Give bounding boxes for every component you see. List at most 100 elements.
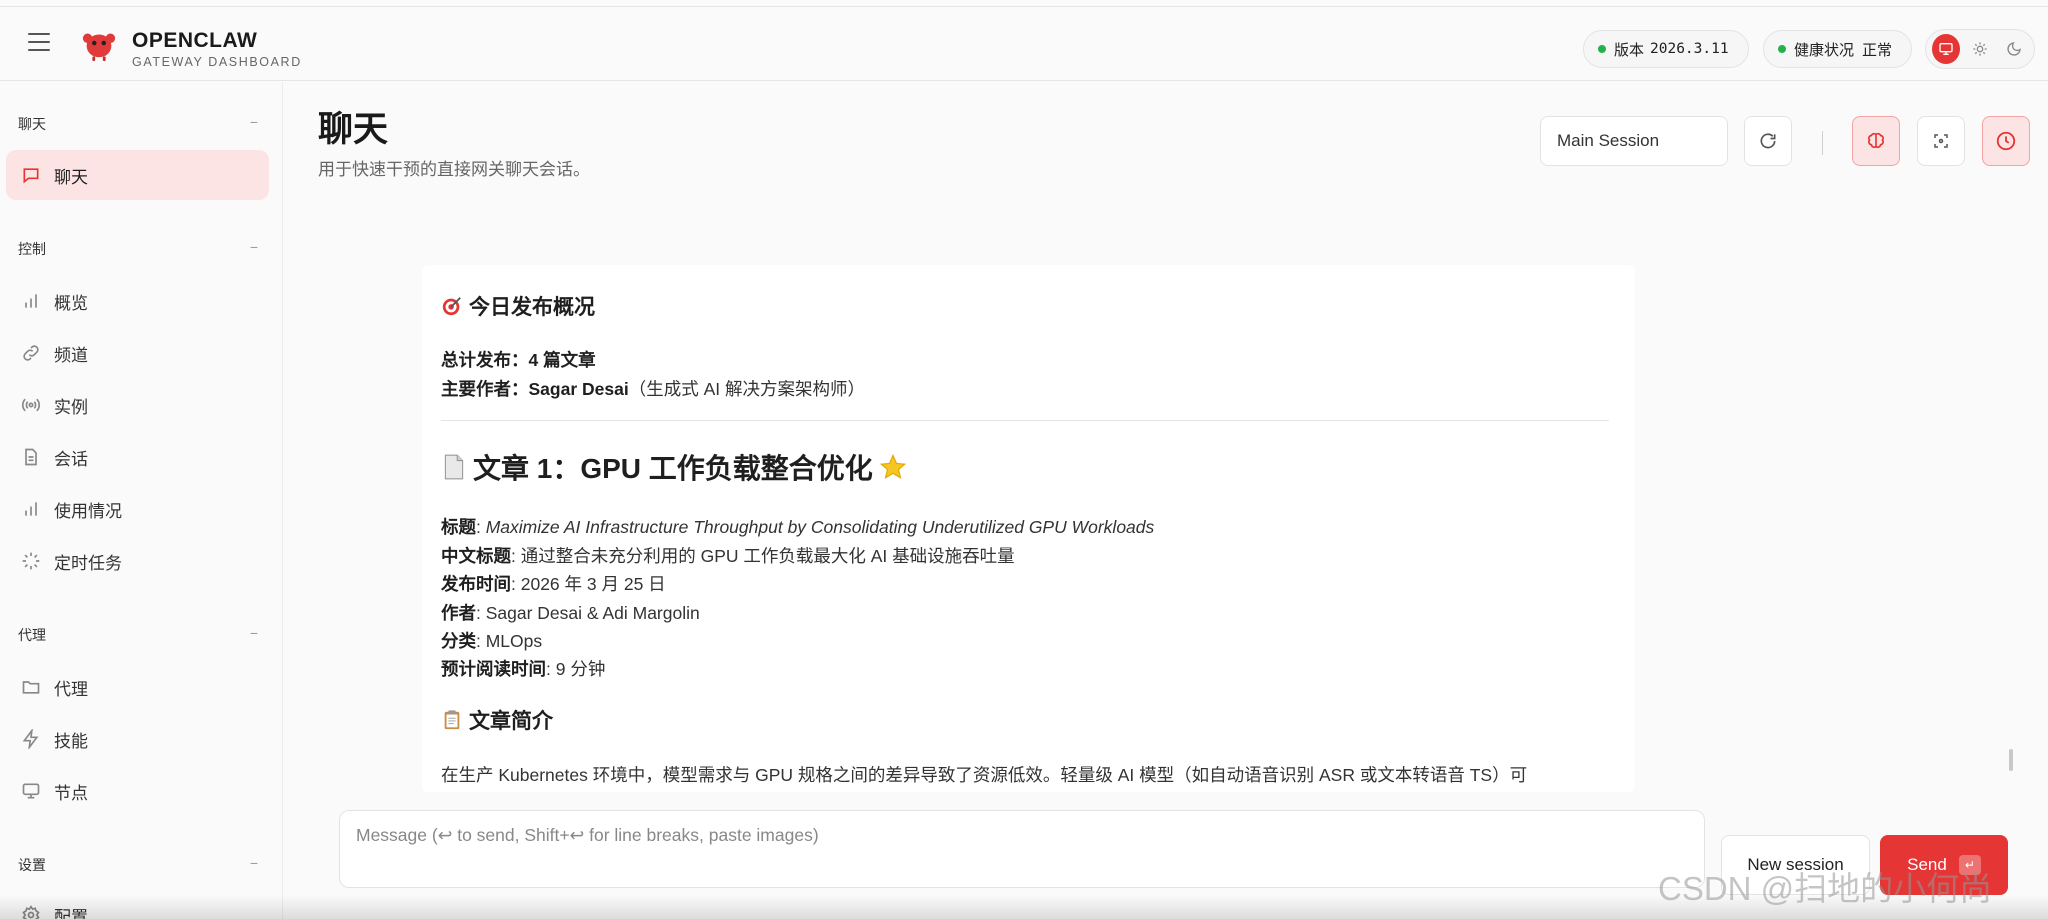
sidebar-section-agents[interactable]: 代理 − xyxy=(18,625,258,645)
section-title: 聊天 xyxy=(18,116,46,132)
brand: OPENCLAW GATEWAY DASHBOARD xyxy=(132,29,302,71)
author-label: 主要作者： xyxy=(441,379,529,399)
health-value: 正常 xyxy=(1862,41,1893,59)
field-title: 标题: Maximize AI Infrastructure Throughpu… xyxy=(441,517,1155,537)
field-label: 标题 xyxy=(441,517,476,537)
refresh-button[interactable] xyxy=(1744,116,1792,166)
sidebar-section-control[interactable]: 控制 − xyxy=(18,239,258,259)
sidebar: 聊天 − 聊天 控制 − 概览 频道 实例 会话 使用情况 定时任务 代理 − … xyxy=(0,82,283,919)
lightning-icon xyxy=(22,729,39,749)
version-label: 版本 xyxy=(1614,41,1645,59)
version-value: 2026.3.11 xyxy=(1650,41,1729,57)
target-icon xyxy=(442,297,461,316)
field-read-time: 预计阅读时间: 9 分钟 xyxy=(441,659,606,679)
field-cn-title: 中文标题: 通过整合未充分利用的 GPU 工作负载最大化 AI 基础设施吞吐量 xyxy=(441,546,1015,566)
field-value: Sagar Desai & Adi Margolin xyxy=(485,603,700,623)
sidebar-item-overview[interactable]: 概览 xyxy=(6,276,269,326)
collapse-icon[interactable]: − xyxy=(250,239,258,259)
sidebar-item-label: 聊天 xyxy=(54,167,88,187)
thinking-toggle-button[interactable] xyxy=(1852,116,1900,166)
sidebar-item-usage[interactable]: 使用情况 xyxy=(6,484,269,534)
health-label: 健康状况 xyxy=(1794,41,1855,59)
sidebar-item-instances[interactable]: 实例 xyxy=(6,380,269,430)
total-value: 4 篇文章 xyxy=(528,350,596,370)
brand-title: OPENCLAW xyxy=(132,29,258,52)
sidebar-item-skills[interactable]: 技能 xyxy=(6,714,269,764)
chat-bubble-icon xyxy=(23,168,39,184)
sidebar-item-channels[interactable]: 频道 xyxy=(6,328,269,378)
author-value: Sagar Desai xyxy=(528,379,629,399)
message-heading-summary: 文章简介 xyxy=(441,705,553,735)
author-role: （生成式 AI 解决方案架构师） xyxy=(628,379,865,399)
menu-icon[interactable] xyxy=(28,33,50,53)
article-heading: 文章 1：GPU 工作负载整合优化 xyxy=(441,447,907,487)
lobster-logo-icon xyxy=(82,33,116,62)
field-label: 中文标题 xyxy=(441,546,511,566)
field-author: 作者: Sagar Desai & Adi Margolin xyxy=(441,603,700,623)
sun-icon xyxy=(1973,42,1987,56)
collapse-icon[interactable]: − xyxy=(250,855,258,875)
theme-system-button[interactable] xyxy=(1932,34,1960,64)
bar-chart-icon xyxy=(25,502,37,516)
field-value: 通过整合未充分利用的 GPU 工作负载最大化 AI 基础设施吞吐量 xyxy=(520,546,1015,566)
link-icon xyxy=(23,345,39,361)
monitor-icon xyxy=(1939,43,1953,55)
sidebar-item-label: 会话 xyxy=(54,449,88,469)
monitor-icon xyxy=(22,783,40,799)
sidebar-section-settings[interactable]: 设置 − xyxy=(18,855,258,875)
session-select[interactable]: Main Session xyxy=(1540,116,1728,166)
sidebar-item-agents[interactable]: 代理 xyxy=(6,662,269,712)
section-title: 控制 xyxy=(18,241,46,257)
main-author-line: 主要作者：Sagar Desai（生成式 AI 解决方案架构师） xyxy=(441,376,865,401)
sidebar-item-chat[interactable]: 聊天 xyxy=(6,150,269,200)
moon-icon xyxy=(2007,42,2021,56)
divider xyxy=(441,420,1609,421)
total-label: 总计发布： xyxy=(441,350,529,370)
field-category: 分类: MLOps xyxy=(441,631,543,651)
star-icon xyxy=(879,453,906,479)
heading-text: 今日发布概况 xyxy=(469,296,595,319)
page-icon xyxy=(444,454,464,480)
refresh-icon xyxy=(1760,133,1776,149)
bar-chart-icon xyxy=(25,294,37,308)
assistant-message: 今日发布概况 总计发布：4 篇文章 主要作者：Sagar Desai（生成式 A… xyxy=(422,265,1635,792)
total-published-line: 总计发布：4 篇文章 xyxy=(441,347,596,372)
collapse-icon[interactable]: − xyxy=(250,114,258,134)
header-divider xyxy=(1822,131,1823,155)
sidebar-item-nodes[interactable]: 节点 xyxy=(6,766,269,816)
theme-dark-button[interactable] xyxy=(2000,34,2028,64)
status-dot-icon xyxy=(1598,45,1606,53)
field-label: 分类 xyxy=(441,631,476,651)
watermark: CSDN @扫地的小何尚 xyxy=(1658,870,1993,907)
theme-switcher xyxy=(1925,29,2035,69)
chat-scrollbar[interactable] xyxy=(2009,749,2013,771)
app-root: OPENCLAW GATEWAY DASHBOARD 版本 2026.3.11 … xyxy=(0,0,2048,919)
brain-icon xyxy=(1868,132,1884,148)
sidebar-item-sessions[interactable]: 会话 xyxy=(6,432,269,482)
brand-subtitle: GATEWAY DASHBOARD xyxy=(132,55,302,69)
heading-text: 文章简介 xyxy=(469,710,553,733)
clock-icon xyxy=(1996,131,2016,151)
field-label: 作者 xyxy=(441,603,476,623)
field-label: 预计阅读时间 xyxy=(441,659,546,679)
sidebar-section-chat[interactable]: 聊天 − xyxy=(18,114,258,134)
page-subtitle: 用于快速干预的直接网关聊天会话。 xyxy=(318,160,590,179)
loader-icon xyxy=(22,552,40,570)
section-title: 设置 xyxy=(18,857,46,873)
collapse-icon[interactable]: − xyxy=(250,625,258,645)
folder-icon xyxy=(22,681,40,694)
status-dot-icon xyxy=(1778,45,1786,53)
history-button[interactable] xyxy=(1982,116,2030,166)
focus-icon xyxy=(1934,134,1948,148)
sidebar-item-label: 使用情况 xyxy=(54,501,122,521)
sidebar-item-label: 概览 xyxy=(54,293,88,313)
sidebar-item-label: 技能 xyxy=(54,731,88,751)
clipboard-icon xyxy=(444,710,460,730)
theme-light-button[interactable] xyxy=(1966,34,1994,64)
sidebar-item-label: 频道 xyxy=(54,345,88,365)
sidebar-item-label: 节点 xyxy=(54,783,88,803)
message-input[interactable]: Message (↩ to send, Shift+↩ for line bre… xyxy=(339,810,1705,888)
field-label: 发布时间 xyxy=(441,574,511,594)
sidebar-item-cron[interactable]: 定时任务 xyxy=(6,536,269,586)
focus-mode-button[interactable] xyxy=(1917,116,1965,166)
